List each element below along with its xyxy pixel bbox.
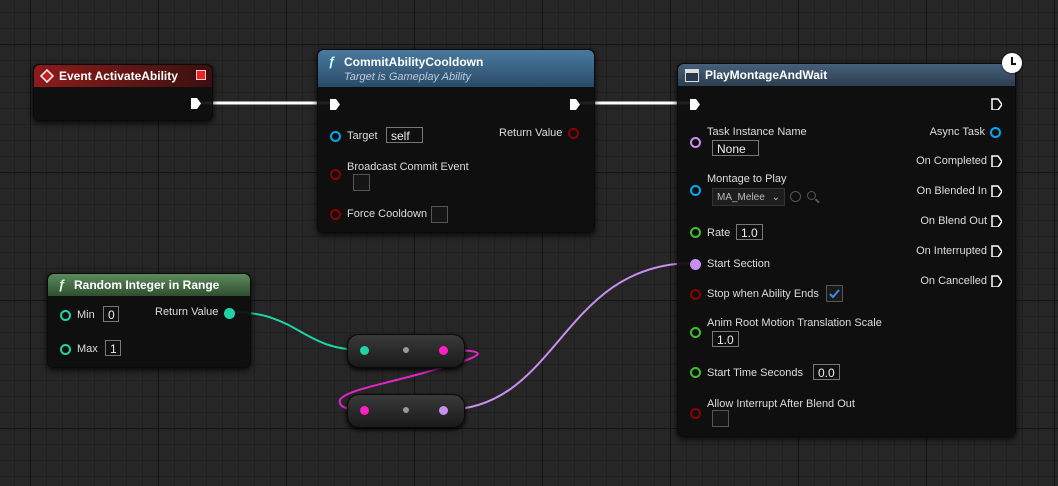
stop-when-ends-pin[interactable] (690, 289, 701, 300)
force-cooldown-checkbox[interactable] (431, 206, 448, 223)
return-value-label: Return Value (155, 306, 219, 318)
on-blend-out-label: On Blend Out (920, 215, 987, 227)
output-pin[interactable] (439, 406, 448, 415)
allow-interrupt-label: Allow Interrupt After Blend Out (707, 398, 855, 410)
rate-label: Rate (707, 227, 731, 239)
checkmark-icon (829, 289, 840, 299)
broadcast-label: Broadcast Commit Event (347, 161, 469, 173)
node-title: CommitAbilityCooldown (344, 55, 484, 69)
on-blended-in-pin[interactable] (991, 185, 1002, 197)
on-interrupted-pin[interactable] (991, 245, 1002, 257)
reroute-node-1[interactable] (347, 334, 465, 368)
center-dot (403, 407, 409, 413)
force-cooldown-pin[interactable] (330, 209, 341, 220)
task-instance-pin[interactable] (690, 137, 701, 148)
latent-clock-icon (1002, 53, 1022, 73)
rate-field[interactable]: 1.0 (736, 224, 763, 240)
async-task-label: Async Task (929, 126, 985, 138)
start-time-label: Start Time Seconds (707, 367, 803, 379)
anim-root-pin[interactable] (690, 327, 701, 338)
on-completed-pin[interactable] (991, 155, 1002, 167)
on-interrupted-label: On Interrupted (916, 245, 987, 257)
chevron-down-icon: ⌄ (771, 192, 780, 203)
min-field[interactable]: 0 (103, 306, 119, 322)
min-pin[interactable] (60, 310, 71, 321)
input-pin[interactable] (360, 346, 369, 355)
exec-input-pin[interactable] (329, 98, 340, 110)
rate-pin[interactable] (690, 227, 701, 238)
center-dot (403, 347, 409, 353)
anim-root-field[interactable]: 1.0 (712, 331, 739, 347)
node-title: PlayMontageAndWait (705, 68, 828, 82)
anim-root-label: Anim Root Motion Translation Scale (707, 317, 882, 329)
node-subtitle: Target is Gameplay Ability (344, 71, 471, 83)
min-label: Min (77, 309, 95, 321)
exec-output-pin[interactable] (991, 98, 1002, 110)
reroute-node-2[interactable] (347, 394, 465, 428)
exec-output-pin[interactable] (190, 97, 201, 109)
input-pin[interactable] (360, 406, 369, 415)
target-pin[interactable] (330, 131, 341, 142)
on-cancelled-label: On Cancelled (920, 275, 987, 287)
task-instance-label: Task Instance Name (707, 126, 807, 138)
node-title: Event ActivateAbility (59, 69, 178, 83)
montage-label: Montage to Play (707, 173, 787, 185)
search-icon-handle (815, 198, 820, 204)
return-value-label: Return Value (499, 127, 563, 139)
delegate-output-pin[interactable] (196, 70, 206, 80)
exec-input-pin[interactable] (689, 98, 700, 110)
use-selected-icon[interactable] (790, 191, 801, 202)
max-field[interactable]: 1 (105, 340, 121, 356)
target-field[interactable]: self (386, 127, 423, 143)
event-activate-ability-node[interactable]: Event ActivateAbility (33, 64, 213, 121)
function-icon: ƒ (58, 277, 66, 292)
allow-interrupt-pin[interactable] (690, 408, 701, 419)
allow-interrupt-checkbox[interactable] (712, 410, 729, 427)
start-time-field[interactable]: 0.0 (813, 364, 840, 380)
force-cooldown-label: Force Cooldown (347, 208, 428, 220)
exec-output-pin[interactable] (569, 98, 580, 110)
montage-select[interactable]: MA_Melee ⌄ (712, 188, 785, 206)
broadcast-checkbox[interactable] (353, 174, 370, 191)
start-section-pin[interactable] (690, 259, 701, 270)
broadcast-pin[interactable] (330, 169, 341, 180)
montage-value: MA_Melee (717, 192, 765, 203)
task-instance-field[interactable]: None (712, 140, 759, 156)
random-integer-node[interactable]: ƒ Random Integer in Range Min 0 Max 1 Re… (47, 273, 251, 368)
return-value-pin[interactable] (568, 128, 579, 139)
on-blend-out-pin[interactable] (991, 215, 1002, 227)
target-label: Target (347, 130, 378, 142)
function-icon: ƒ (328, 54, 336, 69)
max-pin[interactable] (60, 344, 71, 355)
on-completed-label: On Completed (916, 155, 987, 167)
start-section-label: Start Section (707, 258, 770, 270)
event-icon (40, 69, 54, 83)
output-pin[interactable] (439, 346, 448, 355)
commit-ability-cooldown-node[interactable]: ƒ CommitAbilityCooldown Target is Gamepl… (317, 49, 595, 233)
stop-when-ends-checkbox[interactable] (826, 285, 843, 302)
on-blended-in-label: On Blended In (916, 185, 987, 197)
return-value-pin[interactable] (224, 308, 235, 319)
node-title: Random Integer in Range (74, 278, 220, 292)
play-montage-and-wait-node[interactable]: PlayMontageAndWait Task Instance Name No… (677, 63, 1016, 437)
task-icon (685, 69, 699, 82)
async-task-pin[interactable] (990, 127, 1001, 138)
stop-when-ends-label: Stop when Ability Ends (707, 288, 819, 300)
start-time-pin[interactable] (690, 367, 701, 378)
on-cancelled-pin[interactable] (991, 275, 1002, 287)
name-wire (443, 262, 695, 411)
montage-pin[interactable] (690, 185, 701, 196)
max-label: Max (77, 343, 98, 355)
